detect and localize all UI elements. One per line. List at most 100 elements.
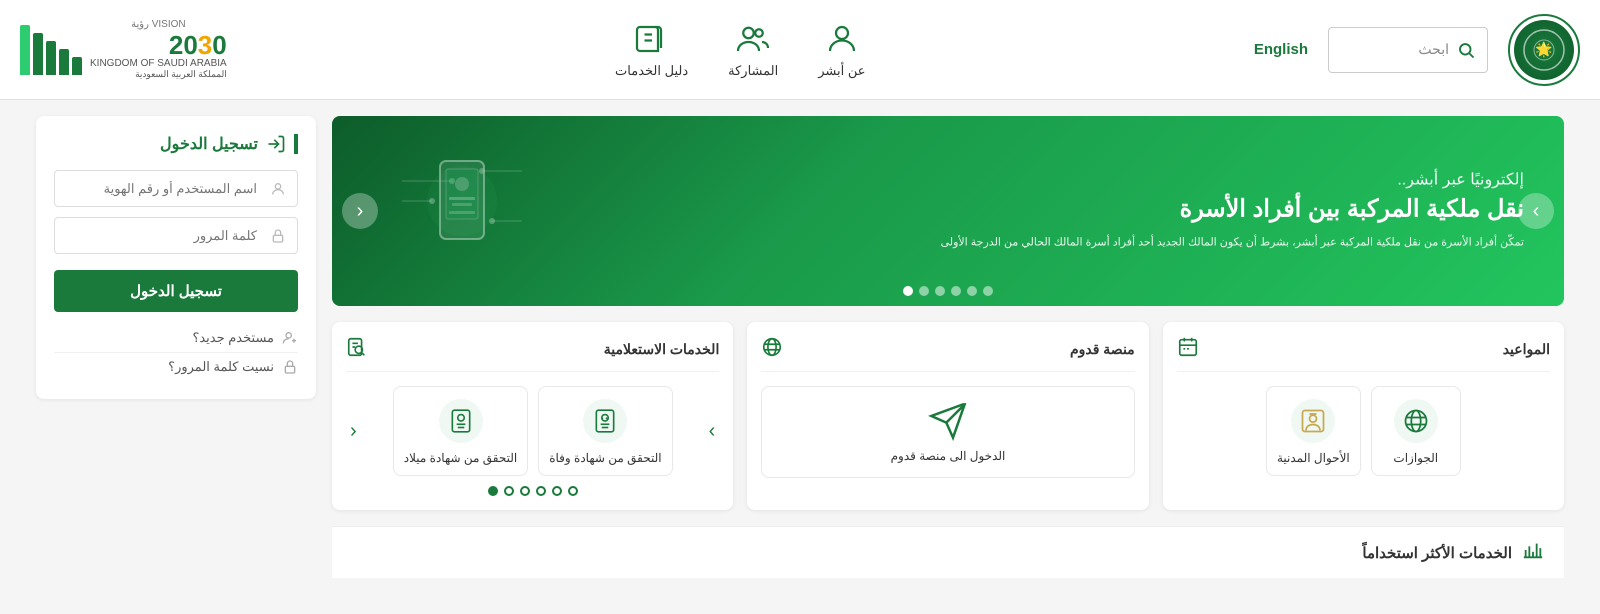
- civil-badge: [1289, 397, 1337, 445]
- passports-badge: [1392, 397, 1440, 445]
- password-input[interactable]: [54, 217, 298, 254]
- login-links: مستخدم جديد؟ نسيت كلمة المرور؟: [54, 324, 298, 381]
- arrival-item-label: الدخول الى منصة قدوم: [891, 449, 1006, 463]
- username-input[interactable]: [54, 170, 298, 207]
- search-doc-icon: [346, 336, 368, 363]
- nav-item-participation[interactable]: المشاركة: [728, 21, 778, 79]
- arrival-card: منصة قدوم: [747, 322, 1148, 510]
- inquiry-dots: [346, 486, 719, 496]
- banner-dot-4[interactable]: [935, 286, 945, 296]
- calendar-icon: [1177, 336, 1199, 363]
- vision-country: KINGDOM OF SAUDI ARABIA: [90, 58, 227, 69]
- banner-dot-1[interactable]: [983, 286, 993, 296]
- banner-title-large: نقل ملكية المركبة بين أفراد الأسرة: [941, 194, 1524, 225]
- chart-icon: [1522, 539, 1544, 566]
- forgot-password-link[interactable]: نسيت كلمة المرور؟: [54, 353, 298, 381]
- birth-cert-label: التحقق من شهادة ميلاد: [404, 451, 517, 465]
- inquiry-dot-1[interactable]: [568, 486, 578, 496]
- arrival-card-header: منصة قدوم: [761, 336, 1134, 372]
- vision-bars: [20, 25, 82, 75]
- inquiry-dot-2[interactable]: [552, 486, 562, 496]
- book-icon: [634, 21, 670, 57]
- inquiry-next-button[interactable]: ‹: [346, 420, 361, 443]
- banner-dot-5[interactable]: [919, 286, 929, 296]
- login-button[interactable]: تسجيل الدخول: [54, 270, 298, 312]
- death-cert-badge: [581, 397, 629, 445]
- user-icon: [270, 181, 286, 197]
- nav-item-service-guide[interactable]: دليل الخدمات: [615, 21, 688, 79]
- person-icon: [824, 21, 860, 57]
- banner-dots: [903, 286, 993, 296]
- inquiry-prev-button[interactable]: ›: [705, 420, 720, 443]
- appointments-card: المواعيد: [1163, 322, 1564, 510]
- arrival-body: الدخول الى منصة قدوم: [761, 386, 1134, 478]
- english-link[interactable]: English: [1254, 41, 1308, 58]
- appointments-card-header: المواعيد: [1177, 336, 1550, 372]
- new-user-icon: [282, 330, 298, 346]
- forgot-password-label: نسيت كلمة المرور؟: [168, 359, 274, 375]
- arrival-link-item[interactable]: الدخول الى منصة قدوم: [761, 386, 1134, 478]
- death-cert-item[interactable]: التحقق من شهادة وفاة: [538, 386, 672, 476]
- sidebar: تسجيل الدخول: [36, 116, 316, 578]
- vision-sub: VISION رؤية: [90, 19, 227, 30]
- inquiry-items: التحقق من شهادة وفاة: [361, 386, 705, 476]
- inquiry-dot-4[interactable]: [520, 486, 530, 496]
- vision-2030: 2030: [90, 32, 227, 58]
- search-icon: [1457, 41, 1475, 59]
- bottom-title: الخدمات الأكثر استخداماً: [1362, 544, 1512, 562]
- civil-affairs-item[interactable]: الأحوال المدنية: [1266, 386, 1361, 476]
- login-box: تسجيل الدخول: [36, 116, 316, 399]
- banner-prev-button[interactable]: ‹: [342, 193, 378, 229]
- banner-title-small: إلكترونيًا عبر أبشر..: [941, 170, 1524, 190]
- banner-dot-6[interactable]: [903, 286, 913, 296]
- birth-cert-badge: [437, 397, 485, 445]
- inquiry-card-header: الخدمات الاستعلامية: [346, 336, 719, 372]
- header-nav: عن أبشر المشاركة دليل الخدمات: [615, 21, 865, 79]
- login-title: تسجيل الدخول: [54, 134, 298, 154]
- vision-logo-area: VISION رؤية 2030 KINGDOM OF SAUDI ARABIA…: [20, 19, 227, 80]
- appointments-title: المواعيد: [1503, 341, 1550, 358]
- globe-icon: [761, 336, 783, 363]
- content-area: ‹ إلكترونيًا عبر أبشر.. نقل ملكية المركب…: [332, 116, 1564, 578]
- passports-label: الجوازات: [1393, 451, 1438, 465]
- death-cert-label: التحقق من شهادة وفاة: [549, 451, 661, 465]
- search-placeholder: ابحث: [1418, 41, 1449, 58]
- new-user-link[interactable]: مستخدم جديد؟: [54, 324, 298, 353]
- new-user-label: مستخدم جديد؟: [192, 330, 274, 346]
- users-icon: [735, 21, 771, 57]
- nav-label-absher: عن أبشر: [818, 63, 865, 79]
- logo[interactable]: 🌟: [1508, 14, 1580, 86]
- arrival-title: منصة قدوم: [1070, 341, 1135, 358]
- forgot-password-icon: [282, 359, 298, 375]
- nav-item-absher[interactable]: عن أبشر: [818, 21, 865, 79]
- login-title-text: تسجيل الدخول: [160, 134, 258, 154]
- vision-country-ar: المملكة العربية السعودية: [90, 69, 227, 80]
- banner-dot-2[interactable]: [967, 286, 977, 296]
- inquiry-title: الخدمات الاستعلامية: [604, 341, 720, 358]
- service-cards-row: المواعيد: [332, 322, 1564, 510]
- banner-description: تمكّن أفراد الأسرة من نقل ملكية المركبة …: [941, 235, 1524, 253]
- banner-prev-icon: ‹: [357, 200, 364, 223]
- header-left: 🌟 ابحث English: [1254, 14, 1580, 86]
- banner-visual: [392, 141, 532, 281]
- inquiry-dot-3[interactable]: [536, 486, 546, 496]
- inquiry-card: الخدمات الاستعلامية ›: [332, 322, 733, 510]
- bottom-bar: الخدمات الأكثر استخداماً: [332, 526, 1564, 578]
- appointments-items: الجوازات: [1177, 386, 1550, 476]
- inquiry-card-body: ›: [346, 386, 719, 476]
- search-box[interactable]: ابحث: [1328, 27, 1488, 73]
- svg-text:🌟: 🌟: [1535, 41, 1552, 58]
- banner-next-icon: ›: [1533, 200, 1540, 223]
- passports-item[interactable]: الجوازات: [1371, 386, 1461, 476]
- banner-dot-3[interactable]: [951, 286, 961, 296]
- password-group: [54, 217, 298, 254]
- banner-content: إلكترونيًا عبر أبشر.. نقل ملكية المركبة …: [941, 170, 1524, 253]
- birth-cert-item[interactable]: التحقق من شهادة ميلاد: [393, 386, 528, 476]
- username-group: [54, 170, 298, 207]
- inquiry-dot-5[interactable]: [504, 486, 514, 496]
- nav-label-participation: المشاركة: [728, 63, 778, 79]
- inquiry-dot-6[interactable]: [488, 486, 498, 496]
- lock-icon: [270, 228, 286, 244]
- banner-next-button[interactable]: ›: [1518, 193, 1554, 229]
- header: 🌟 ابحث English عن أبشر: [0, 0, 1600, 100]
